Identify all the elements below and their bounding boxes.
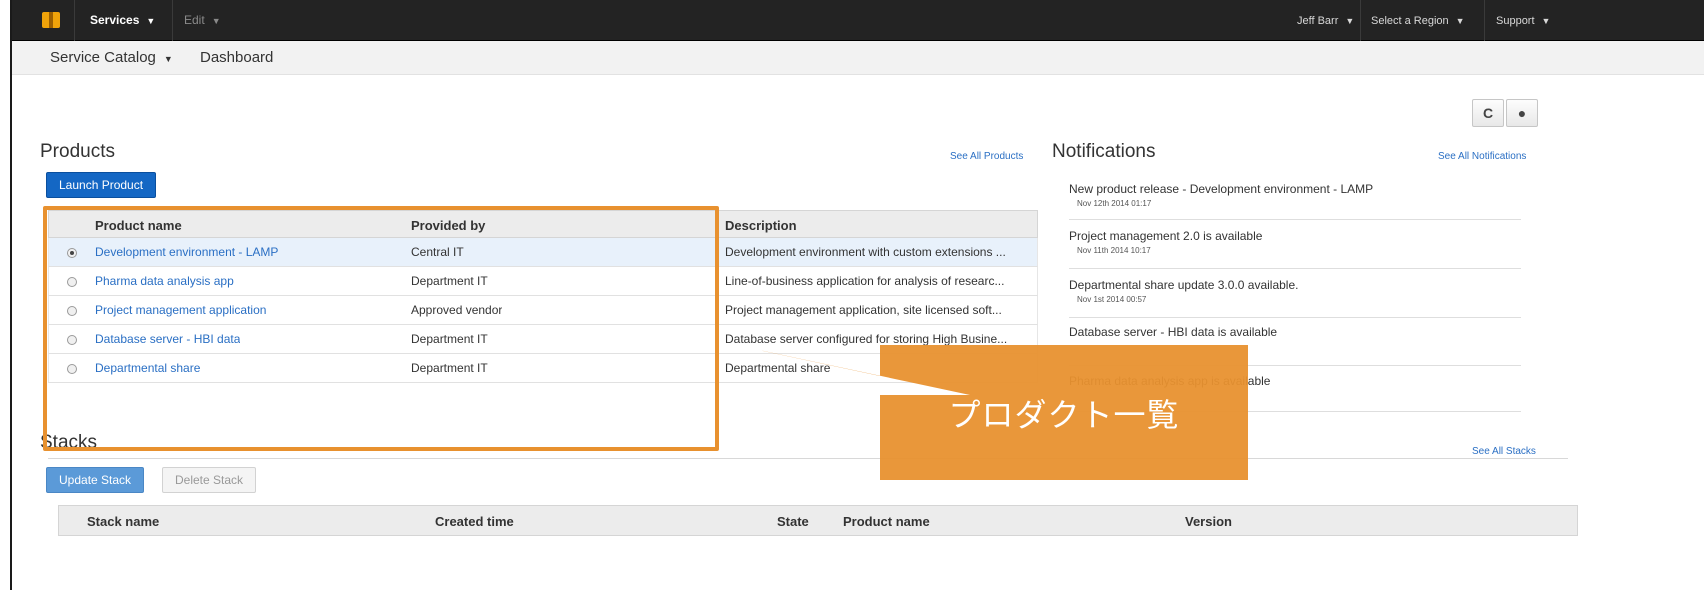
- service-nav-bar: Service Catalog ▼ Dashboard: [12, 41, 1704, 75]
- description-cell: Project management application, site lic…: [725, 303, 1002, 317]
- column-header-state[interactable]: State: [777, 514, 809, 529]
- refresh-icon: C: [1482, 105, 1494, 121]
- notification-message: Database server - HBI data is available: [1069, 325, 1278, 339]
- chevron-down-icon: ▼: [146, 16, 156, 26]
- help-icon: ●: [1517, 105, 1527, 121]
- support-menu[interactable]: Support ▼: [1496, 15, 1550, 27]
- notification-item[interactable]: New product release - Development enviro…: [1069, 182, 1521, 220]
- chevron-down-icon: ▼: [1345, 16, 1355, 26]
- refresh-button[interactable]: C: [1472, 99, 1504, 127]
- services-label: Services: [90, 13, 140, 27]
- notification-message: Departmental share update 3.0.0 availabl…: [1069, 278, 1299, 292]
- service-catalog-menu[interactable]: Service Catalog ▼: [50, 49, 173, 66]
- see-all-notifications-link[interactable]: See All Notifications: [1438, 151, 1526, 162]
- stacks-table-header: Stack name Created time State Product na…: [58, 505, 1578, 536]
- column-header-created-time[interactable]: Created time: [435, 514, 514, 529]
- services-menu[interactable]: Services ▼: [90, 13, 155, 27]
- description-cell: Database server configured for storing H…: [725, 332, 1008, 346]
- annotation-callout-label: プロダクト一覧: [948, 395, 1180, 434]
- column-header-stack-name[interactable]: Stack name: [87, 514, 159, 529]
- description-cell: Development environment with custom exte…: [725, 245, 1006, 259]
- help-button[interactable]: ●: [1506, 99, 1538, 127]
- see-all-stacks-link[interactable]: See All Stacks: [1472, 446, 1536, 457]
- notification-item[interactable]: Project management 2.0 is available Nov …: [1069, 229, 1521, 269]
- delete-stack-button: Delete Stack: [162, 467, 257, 493]
- chevron-down-icon: ▼: [1541, 16, 1551, 26]
- notification-item[interactable]: Departmental share update 3.0.0 availabl…: [1069, 278, 1521, 318]
- launch-product-button[interactable]: Launch Product: [46, 172, 157, 198]
- service-catalog-label: Service Catalog: [50, 49, 156, 66]
- edit-label: Edit: [184, 13, 205, 27]
- column-header-description[interactable]: Description: [725, 218, 797, 233]
- notification-message: Project management 2.0 is available: [1069, 229, 1263, 243]
- region-menu[interactable]: Select a Region ▼: [1371, 15, 1465, 27]
- edit-menu[interactable]: Edit ▼: [184, 13, 221, 27]
- column-header-product-name[interactable]: Product name: [843, 514, 930, 529]
- user-menu[interactable]: Jeff Barr ▼: [1297, 15, 1354, 27]
- region-label: Select a Region: [1371, 15, 1449, 27]
- notification-timestamp: Nov 1st 2014 00:57: [1077, 295, 1147, 304]
- products-title: Products: [40, 141, 115, 162]
- section-divider: [48, 458, 1568, 459]
- annotation-highlight-box: [43, 206, 719, 451]
- dashboard-link[interactable]: Dashboard: [200, 49, 273, 66]
- description-cell: Line-of-business application for analysi…: [725, 274, 1005, 288]
- column-header-version[interactable]: Version: [1185, 514, 1232, 529]
- aws-cube-icon[interactable]: [42, 12, 60, 28]
- update-stack-button[interactable]: Update Stack: [46, 467, 145, 493]
- notification-message: New product release - Development enviro…: [1069, 182, 1374, 196]
- support-label: Support: [1496, 15, 1535, 27]
- chevron-down-icon: ▼: [1455, 16, 1465, 26]
- chevron-down-icon: ▼: [163, 54, 173, 64]
- chevron-down-icon: ▼: [211, 16, 221, 26]
- see-all-products-link[interactable]: See All Products: [950, 151, 1023, 162]
- notification-timestamp: Nov 12th 2014 01:17: [1077, 199, 1152, 208]
- stacks-table: Stack name Created time State Product na…: [58, 505, 1578, 536]
- user-label: Jeff Barr: [1297, 15, 1339, 27]
- notification-timestamp: Nov 11th 2014 10:17: [1077, 246, 1151, 255]
- notifications-title: Notifications: [1052, 141, 1156, 162]
- top-nav-bar: Services ▼ Edit ▼ Jeff Barr ▼ Select a Regi…: [12, 0, 1704, 41]
